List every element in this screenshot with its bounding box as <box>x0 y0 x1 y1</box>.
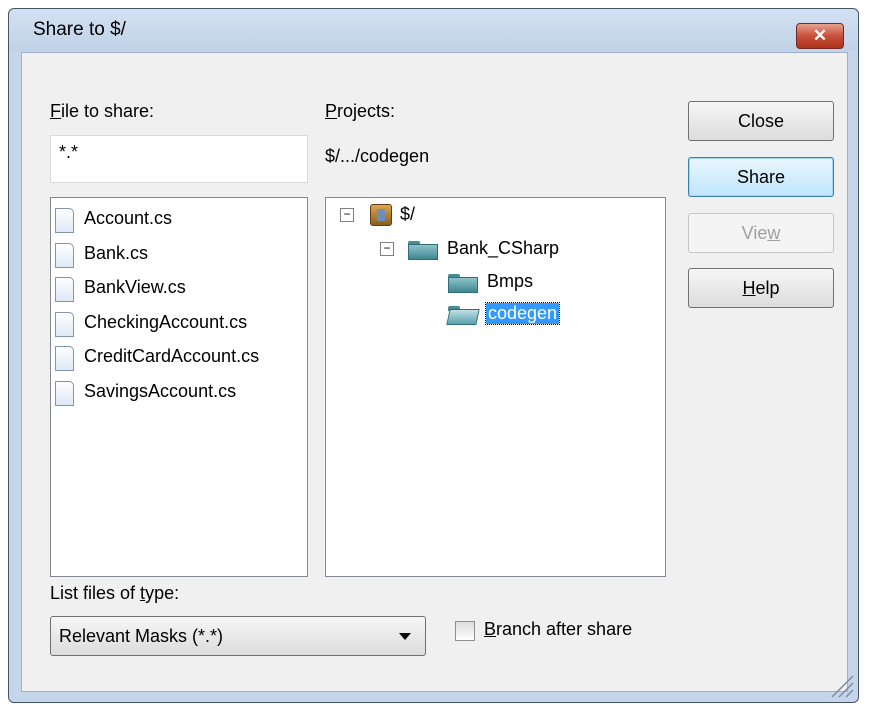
file-type-select[interactable]: Relevant Masks (*.*) <box>50 616 426 656</box>
view-button[interactable]: View <box>688 213 834 253</box>
collapse-icon[interactable]: − <box>380 242 394 256</box>
folder-icon <box>448 274 478 293</box>
title-bar[interactable]: Share to $/ ✕ <box>9 9 858 51</box>
list-item[interactable]: CheckingAccount.cs <box>51 311 307 347</box>
file-name: BankView.cs <box>84 277 186 297</box>
resize-grip-icon[interactable] <box>824 668 854 698</box>
tree-node-codegen[interactable]: codegen <box>484 302 561 325</box>
file-to-share-label: File to share: <box>50 101 155 121</box>
file-icon <box>55 380 74 406</box>
help-button[interactable]: Help <box>688 268 834 308</box>
file-to-share-input[interactable]: *.* <box>50 135 308 183</box>
dialog-title: Share to $/ <box>33 19 126 40</box>
list-item[interactable]: CreditCardAccount.cs <box>51 346 307 381</box>
close-icon: ✕ <box>812 26 828 45</box>
file-name: CreditCardAccount.cs <box>84 346 260 366</box>
list-item[interactable]: Bank.cs <box>51 242 307 278</box>
file-type-value: Relevant Masks (*.*) <box>59 626 224 646</box>
list-item[interactable]: SavingsAccount.cs <box>51 380 307 416</box>
database-icon <box>370 204 392 226</box>
projects-label: Projects: <box>325 101 396 121</box>
file-name: SavingsAccount.cs <box>84 380 237 401</box>
close-window-button[interactable]: ✕ <box>796 23 844 49</box>
list-item[interactable]: Account.cs <box>51 208 307 243</box>
file-name: CheckingAccount.cs <box>84 311 248 332</box>
tree-node-bmps[interactable]: Bmps <box>487 271 533 292</box>
dropdown-arrow-icon[interactable] <box>399 633 411 640</box>
file-icon <box>55 311 74 337</box>
file-name: Bank.cs <box>84 242 149 263</box>
file-icon <box>55 346 74 371</box>
file-name: Account.cs <box>84 208 173 228</box>
tree-node-root[interactable]: $/ <box>400 204 415 225</box>
list-files-of-type-label: List files of type: <box>50 583 180 603</box>
dialog-client-area: File to share: *.* Projects: $/.../codeg… <box>21 52 848 692</box>
folder-icon <box>408 241 438 260</box>
file-icon <box>55 277 74 302</box>
project-path: $/.../codegen <box>325 146 430 166</box>
file-icon <box>55 208 74 233</box>
branch-after-share-label[interactable]: Branch after share <box>484 619 632 640</box>
file-icon <box>55 242 74 268</box>
tree-node-bank-csharp[interactable]: Bank_CSharp <box>447 238 559 259</box>
share-dialog: Share to $/ ✕ File to share: *.* Project… <box>8 8 859 703</box>
collapse-icon[interactable]: − <box>340 208 354 222</box>
branch-after-share-checkbox[interactable] <box>455 621 475 641</box>
project-tree[interactable]: − $/ − Bank_CSharp Bmps codegen <box>325 197 666 577</box>
share-button[interactable]: Share <box>688 157 834 197</box>
close-button[interactable]: Close <box>688 101 834 141</box>
file-list[interactable]: Account.cs Bank.cs BankView.cs CheckingA… <box>50 197 308 577</box>
list-item[interactable]: BankView.cs <box>51 277 307 312</box>
open-folder-icon <box>446 306 480 325</box>
